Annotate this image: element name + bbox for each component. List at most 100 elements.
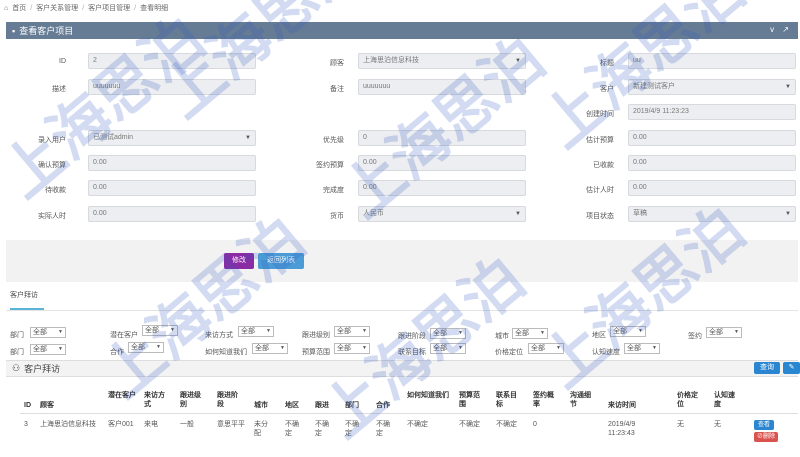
filter-cooperate-select[interactable]: 全部 ▼: [128, 342, 164, 353]
th-contact-target[interactable]: 联系目标: [496, 391, 522, 409]
th-dept[interactable]: 部门: [345, 401, 359, 410]
th-follow[interactable]: 跟进: [315, 401, 329, 410]
id-label: ID: [59, 58, 66, 65]
received-label: 已收款: [593, 162, 614, 169]
th-follow-level[interactable]: 跟进级别: [180, 391, 206, 409]
breadcrumb-separator: /: [30, 4, 33, 12]
est-budget-field[interactable]: 0.00: [628, 130, 796, 146]
query-button[interactable]: 查询: [754, 362, 780, 374]
filter-follow-select[interactable]: 全部 ▼: [334, 326, 370, 337]
filter-how-know-select[interactable]: 全部 ▼: [252, 343, 288, 354]
title-field[interactable]: uu: [628, 53, 796, 69]
client-select[interactable]: 新建测试客户 ▼: [628, 79, 796, 95]
breadcrumb-home[interactable]: 首页: [12, 3, 26, 13]
th-budget[interactable]: 预算范围: [459, 391, 485, 409]
chevron-down-icon: ▼: [556, 345, 561, 351]
cell-customer: 上海思泊信息科技: [40, 421, 96, 428]
title-label: 标题: [600, 60, 614, 67]
desc-label: 描述: [52, 86, 66, 93]
filter-dept-label: 部门: [10, 332, 24, 339]
th-visit-time[interactable]: 来访时间: [608, 401, 636, 410]
th-city[interactable]: 城市: [254, 401, 268, 410]
chevron-down-icon: ▼: [734, 329, 739, 335]
filter-potential-label: 潜在客户: [110, 332, 138, 339]
filter-dept2-select[interactable]: 全部 ▼: [30, 344, 66, 355]
th-know-speed[interactable]: 认知速度: [714, 391, 740, 409]
panel-tools[interactable]: v ↗: [770, 25, 792, 34]
breadcrumb-project[interactable]: 客户项目管理: [88, 3, 130, 13]
filter-cooperate-label: 合作: [110, 349, 124, 356]
th-potential[interactable]: 潜在客户: [108, 391, 136, 400]
signed-budget-label: 签约预算: [316, 162, 344, 169]
table-header-divider: [20, 413, 798, 414]
chevron-down-icon: ▼: [458, 330, 463, 336]
edit-pencil-icon[interactable]: ✎: [783, 362, 800, 374]
tab-customer-visit[interactable]: 客户拜访: [10, 290, 38, 310]
delete-label: 删除: [763, 434, 776, 440]
filter-sign-select[interactable]: 全部 ▼: [706, 327, 742, 338]
th-region[interactable]: 地区: [285, 401, 299, 410]
cell-cooperate: 不确定: [376, 421, 390, 437]
entry-user-select[interactable]: 已测试admin ▼: [88, 130, 256, 146]
action-bar: 修改 返回列表: [6, 240, 798, 282]
th-how-know[interactable]: 如何知道我们: [407, 391, 449, 400]
filter-region-select[interactable]: 全部 ▼: [610, 326, 646, 337]
th-cooperate[interactable]: 合作: [376, 401, 390, 410]
filter-price-pos-select[interactable]: 全部 ▼: [528, 343, 564, 354]
chevron-down-icon: ▼: [266, 328, 271, 334]
est-person-label: 估计人时: [586, 187, 614, 194]
filter-visit-method-select[interactable]: 全部 ▼: [238, 326, 274, 337]
divider: [6, 310, 798, 311]
cell-contact-target: 不确定: [496, 421, 517, 428]
chevron-down-icon: ▼: [156, 344, 161, 350]
chevron-down-icon: ▼: [245, 135, 251, 141]
created-field[interactable]: 2019/4/9 11:23:23: [628, 104, 796, 120]
filter-region-label: 地区: [592, 332, 606, 339]
completion-field[interactable]: 0.00: [358, 180, 526, 196]
status-select[interactable]: 草稿 ▼: [628, 206, 796, 222]
filter-city-select[interactable]: 全部 ▼: [512, 328, 548, 339]
th-id[interactable]: ID: [24, 401, 31, 410]
filter-follow-stage-select[interactable]: 全部 ▼: [430, 328, 466, 339]
filter-dept-select[interactable]: 全部 ▼: [30, 327, 66, 338]
filter-follow-label: 跟进级别: [302, 332, 330, 339]
filter-know-speed-label: 认知速度: [592, 349, 620, 356]
remark-field[interactable]: uuuuuuu: [358, 79, 526, 95]
filter-dept2-label: 部门: [10, 349, 24, 356]
pending-label: 待收款: [45, 187, 66, 194]
th-detail[interactable]: 沟通细节: [570, 391, 596, 409]
est-person-field[interactable]: 0.00: [628, 180, 796, 196]
remark-label: 备注: [330, 86, 344, 93]
priority-field[interactable]: 0: [358, 130, 526, 146]
chevron-down-icon: ▼: [58, 346, 63, 352]
panel-title: 查看客户项目: [19, 26, 74, 36]
th-follow-stage[interactable]: 跟进阶段: [217, 391, 243, 409]
filter-price-pos-label: 价格定位: [495, 349, 523, 356]
filter-contact-target-select[interactable]: 全部 ▼: [430, 343, 466, 354]
delete-button[interactable]: ⊘删除: [754, 432, 778, 442]
home-icon[interactable]: ⌂: [4, 5, 8, 12]
id-field[interactable]: 2: [88, 53, 256, 69]
th-visit-method[interactable]: 来访方式: [144, 391, 170, 409]
desc-field[interactable]: uuuuuuu: [88, 79, 256, 95]
th-price-pos[interactable]: 价格定位: [677, 391, 703, 409]
signed-budget-field[interactable]: 0.00: [358, 155, 526, 171]
filter-know-speed-select[interactable]: 全部 ▼: [624, 343, 660, 354]
view-button[interactable]: 查看: [754, 420, 774, 430]
breadcrumb-crm[interactable]: 客户关系管理: [36, 3, 78, 13]
back-to-list-button[interactable]: 返回列表: [258, 253, 304, 269]
confirm-budget-field[interactable]: 0.00: [88, 155, 256, 171]
cell-visit-time: 2019/4/9 11:23:43: [608, 421, 636, 437]
th-sign-rate[interactable]: 签约概率: [533, 391, 559, 409]
th-customer[interactable]: 顾客: [40, 401, 54, 410]
received-field[interactable]: 0.00: [628, 155, 796, 171]
edit-button[interactable]: 修改: [224, 253, 254, 269]
actual-person-field[interactable]: 0.00: [88, 206, 256, 222]
cell-follow-stage: 意思平平: [217, 421, 245, 428]
status-label: 项目状态: [586, 213, 614, 220]
filter-potential-select[interactable]: 全部 ▼: [142, 325, 178, 336]
currency-select[interactable]: 人民币 ▼: [358, 206, 526, 222]
customer-select[interactable]: 上海思泊信息科技 ▼: [358, 53, 526, 69]
pending-field[interactable]: 0.00: [88, 180, 256, 196]
filter-budget-select[interactable]: 全部 ▼: [334, 343, 370, 354]
